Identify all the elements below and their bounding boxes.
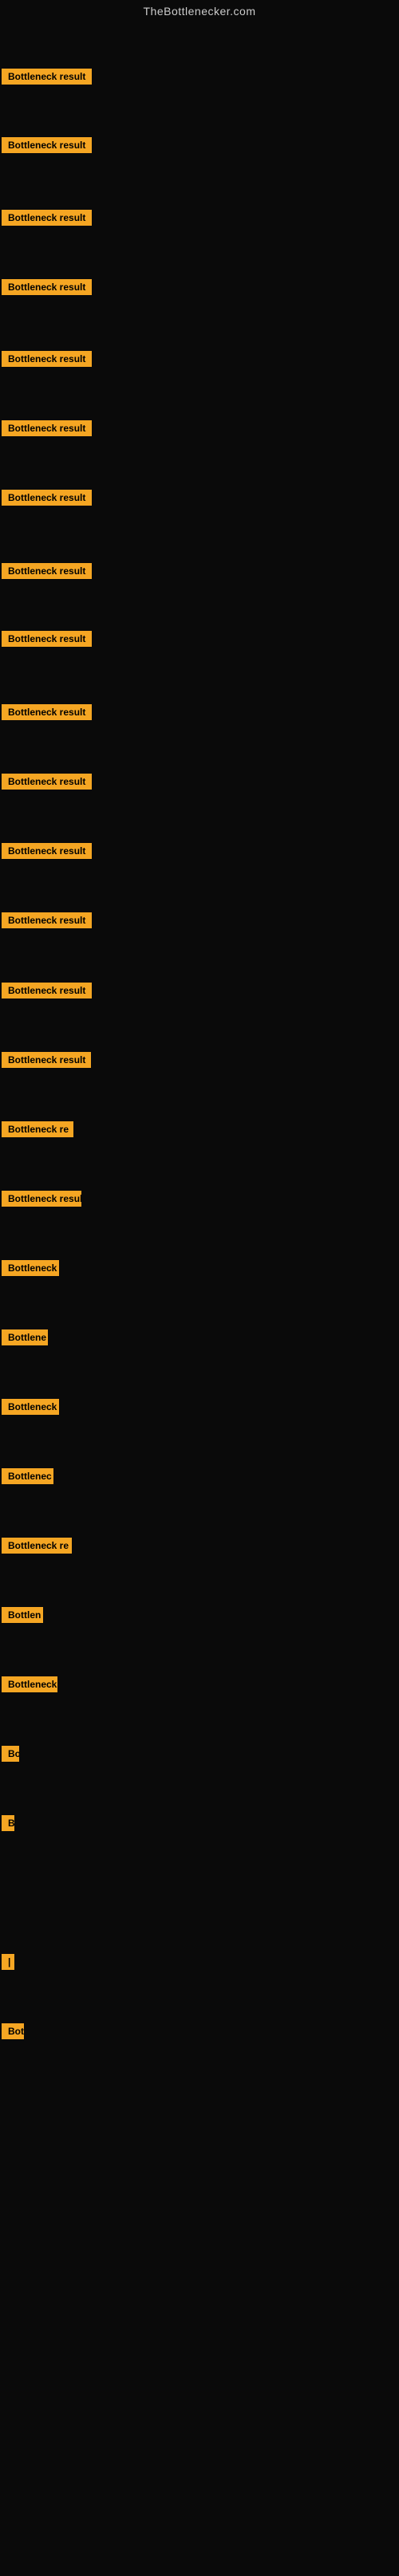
bottleneck-label-15[interactable]: Bottleneck result bbox=[2, 1052, 91, 1068]
bottleneck-label-26[interactable]: B bbox=[2, 1815, 14, 1831]
bottleneck-label-22[interactable]: Bottleneck re bbox=[2, 1538, 72, 1554]
bottleneck-label-18[interactable]: Bottleneck bbox=[2, 1260, 59, 1276]
bottleneck-row: Bottleneck result bbox=[2, 704, 92, 724]
bottleneck-row: Bottleneck result bbox=[2, 490, 92, 510]
site-title: TheBottlenecker.com bbox=[0, 0, 399, 24]
bottleneck-row: Bottlenec bbox=[2, 1468, 53, 1488]
bottleneck-row: Bottleneck result bbox=[2, 563, 92, 583]
bottleneck-row: Bottleneck result bbox=[2, 279, 92, 299]
bottleneck-label-6[interactable]: Bottleneck result bbox=[2, 420, 92, 436]
bottleneck-label-4[interactable]: Bottleneck result bbox=[2, 279, 92, 295]
bottleneck-label-11[interactable]: Bottleneck result bbox=[2, 774, 92, 790]
bottleneck-label-13[interactable]: Bottleneck result bbox=[2, 912, 92, 928]
bottleneck-row: Bottleneck resul bbox=[2, 1191, 81, 1211]
bottleneck-label-19[interactable]: Bottlene bbox=[2, 1329, 48, 1345]
bottleneck-row: Bot bbox=[2, 2023, 24, 2043]
bottleneck-label-24[interactable]: Bottleneck bbox=[2, 1676, 57, 1692]
bottleneck-row: Bottlen bbox=[2, 1607, 43, 1627]
bottleneck-row: Bo bbox=[2, 1746, 19, 1766]
bottleneck-label-23[interactable]: Bottlen bbox=[2, 1607, 43, 1623]
bottleneck-label-14[interactable]: Bottleneck result bbox=[2, 983, 92, 998]
bottleneck-row: Bottleneck bbox=[2, 1260, 59, 1280]
bottleneck-row: Bottleneck bbox=[2, 1399, 59, 1419]
bottleneck-label-20[interactable]: Bottleneck bbox=[2, 1399, 59, 1415]
bottleneck-label-7[interactable]: Bottleneck result bbox=[2, 490, 92, 506]
bottleneck-row: Bottleneck bbox=[2, 1676, 57, 1696]
bottleneck-row: Bottleneck result bbox=[2, 69, 92, 89]
bottleneck-row: B bbox=[2, 1815, 14, 1835]
bottleneck-row: Bottleneck result bbox=[2, 631, 92, 651]
bottleneck-label-5[interactable]: Bottleneck result bbox=[2, 351, 92, 367]
bottleneck-label-10[interactable]: Bottleneck result bbox=[2, 704, 92, 720]
bottleneck-row: | bbox=[2, 1954, 14, 1974]
bottleneck-label-27[interactable]: | bbox=[2, 1954, 14, 1970]
bottleneck-label-16[interactable]: Bottleneck re bbox=[2, 1121, 73, 1137]
bottleneck-label-9[interactable]: Bottleneck result bbox=[2, 631, 92, 647]
bottleneck-label-17[interactable]: Bottleneck resul bbox=[2, 1191, 81, 1207]
bottleneck-row: Bottleneck result bbox=[2, 137, 92, 157]
bottleneck-row: Bottlene bbox=[2, 1329, 48, 1349]
bottleneck-label-1[interactable]: Bottleneck result bbox=[2, 69, 92, 85]
bottleneck-row: Bottleneck re bbox=[2, 1538, 72, 1558]
bottleneck-row: Bottleneck re bbox=[2, 1121, 73, 1141]
bottleneck-label-25[interactable]: Bo bbox=[2, 1746, 19, 1762]
bottleneck-row: Bottleneck result bbox=[2, 351, 92, 371]
bottleneck-row: Bottleneck result bbox=[2, 774, 92, 794]
bottleneck-row: Bottleneck result bbox=[2, 1052, 91, 1072]
bottleneck-row: Bottleneck result bbox=[2, 420, 92, 440]
bottleneck-row: Bottleneck result bbox=[2, 210, 92, 230]
bottleneck-label-12[interactable]: Bottleneck result bbox=[2, 843, 92, 859]
bottleneck-label-21[interactable]: Bottlenec bbox=[2, 1468, 53, 1484]
bottleneck-row: Bottleneck result bbox=[2, 983, 92, 1002]
bottleneck-label-8[interactable]: Bottleneck result bbox=[2, 563, 92, 579]
bottleneck-label-28[interactable]: Bot bbox=[2, 2023, 24, 2039]
bottleneck-row: Bottleneck result bbox=[2, 912, 92, 932]
bottleneck-label-2[interactable]: Bottleneck result bbox=[2, 137, 92, 153]
bottleneck-row: Bottleneck result bbox=[2, 843, 92, 863]
bottleneck-label-3[interactable]: Bottleneck result bbox=[2, 210, 92, 226]
